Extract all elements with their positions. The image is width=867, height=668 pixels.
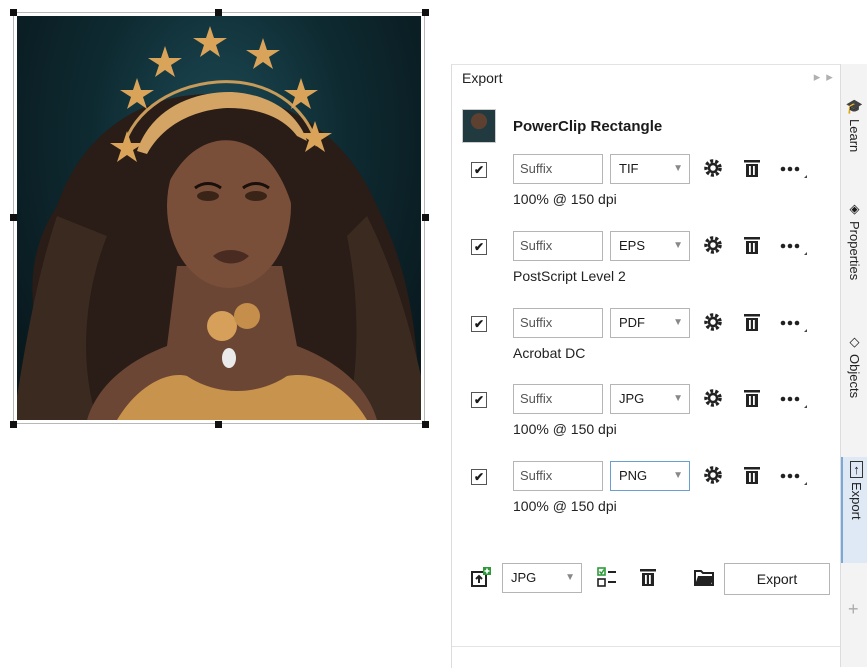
more-options-icon[interactable] xyxy=(778,386,808,412)
object-name: PowerClip Rectangle xyxy=(513,117,663,135)
gear-icon[interactable] xyxy=(702,464,724,486)
chevron-down-icon: ▼ xyxy=(673,317,683,328)
more-options-icon[interactable] xyxy=(778,233,808,259)
chevron-down-icon: ▼ xyxy=(673,240,683,251)
learn-icon: 🎓 xyxy=(845,98,864,114)
format-value: PNG xyxy=(619,468,648,483)
folder-icon[interactable] xyxy=(693,566,715,588)
chevron-down-icon: ▼ xyxy=(673,470,683,481)
export-settings-summary: 100% @ 150 dpi xyxy=(513,498,617,514)
export-row: ✔ Suffix EPS ▼ PostScript Level 2 xyxy=(471,231,841,291)
gear-icon[interactable] xyxy=(702,157,724,179)
batch-format-value: JPG xyxy=(511,570,537,585)
suffix-input[interactable]: Suffix xyxy=(513,154,603,184)
chevron-down-icon: ▼ xyxy=(565,572,575,583)
export-row: ✔ Suffix TIF ▼ 100% @ 150 dpi xyxy=(471,154,841,214)
resize-handle-bottom[interactable] xyxy=(215,421,222,428)
resize-handle-top-left[interactable] xyxy=(10,9,17,16)
suffix-input[interactable]: Suffix xyxy=(513,308,603,338)
format-value: JPG xyxy=(619,391,645,406)
tab-label: Properties xyxy=(847,221,862,281)
format-dropdown[interactable]: PNG ▼ xyxy=(610,461,690,491)
trash-icon[interactable] xyxy=(741,387,763,409)
export-button[interactable]: Export xyxy=(724,563,830,595)
object-header: PowerClip Rectangle xyxy=(462,109,662,143)
gear-icon[interactable] xyxy=(702,311,724,333)
suffix-input[interactable]: Suffix xyxy=(513,461,603,491)
tab-label: Learn xyxy=(847,119,862,153)
export-checkbox[interactable]: ✔ xyxy=(471,316,487,332)
format-value: EPS xyxy=(619,238,646,253)
chevron-down-icon: ▼ xyxy=(673,393,683,404)
resize-handle-right[interactable] xyxy=(422,214,429,221)
tab-export[interactable]: ↑ Export xyxy=(841,457,867,563)
chevron-down-icon: ▼ xyxy=(673,163,683,174)
properties-icon: ◈ xyxy=(849,201,860,216)
more-options-icon[interactable] xyxy=(778,463,808,489)
format-dropdown[interactable]: JPG ▼ xyxy=(610,384,690,414)
trash-icon[interactable] xyxy=(741,157,763,179)
export-checkbox[interactable]: ✔ xyxy=(471,162,487,178)
suffix-input[interactable]: Suffix xyxy=(513,231,603,261)
format-dropdown[interactable]: PDF ▼ xyxy=(610,308,690,338)
resize-handle-top[interactable] xyxy=(215,9,222,16)
docker-title: Export xyxy=(462,70,503,86)
more-options-icon[interactable] xyxy=(778,310,808,336)
tab-label: Objects xyxy=(847,354,862,399)
suffix-input[interactable]: Suffix xyxy=(513,384,603,414)
format-value: TIF xyxy=(619,161,639,176)
resize-handle-top-right[interactable] xyxy=(422,9,429,16)
portrait-illustration xyxy=(17,26,421,420)
tab-learn[interactable]: 🎓 Learn xyxy=(841,98,867,152)
resize-handle-left[interactable] xyxy=(10,214,17,221)
bottom-divider xyxy=(452,646,842,647)
format-dropdown[interactable]: TIF ▼ xyxy=(610,154,690,184)
export-checkbox[interactable]: ✔ xyxy=(471,239,487,255)
objects-icon: ◇ xyxy=(849,334,860,349)
format-dropdown[interactable]: EPS ▼ xyxy=(610,231,690,261)
gear-icon[interactable] xyxy=(702,234,724,256)
add-tab-icon[interactable]: + xyxy=(848,599,859,620)
trash-icon[interactable] xyxy=(741,464,763,486)
docker-tab-strip: 🎓 Learn ◈ Properties ◇ Objects ↑ Export … xyxy=(840,64,867,667)
tab-label: Export xyxy=(849,482,864,520)
export-icon: ↑ xyxy=(850,461,863,478)
export-settings-summary: Acrobat DC xyxy=(513,345,586,361)
trash-icon[interactable] xyxy=(741,234,763,256)
batch-format-dropdown[interactable]: JPG ▼ xyxy=(502,563,582,593)
object-thumbnail xyxy=(462,109,496,143)
export-row: ✔ Suffix PNG ▼ 100% @ 150 dpi xyxy=(471,461,841,521)
export-checkbox[interactable]: ✔ xyxy=(471,469,487,485)
tab-properties[interactable]: ◈ Properties xyxy=(841,201,867,280)
export-settings-summary: 100% @ 150 dpi xyxy=(513,421,617,437)
resize-handle-bottom-right[interactable] xyxy=(422,421,429,428)
trash-icon[interactable] xyxy=(637,566,659,588)
trash-icon[interactable] xyxy=(741,311,763,333)
export-row: ✔ Suffix PDF ▼ Acrobat DC xyxy=(471,308,841,368)
format-value: PDF xyxy=(619,315,645,330)
more-options-icon[interactable] xyxy=(778,156,808,182)
export-row: ✔ Suffix JPG ▼ 100% @ 150 dpi xyxy=(471,384,841,444)
checklist-icon[interactable] xyxy=(596,566,618,588)
tab-objects[interactable]: ◇ Objects xyxy=(841,334,867,398)
export-checkbox[interactable]: ✔ xyxy=(471,392,487,408)
artwork-image[interactable] xyxy=(17,16,421,420)
add-export-icon[interactable] xyxy=(470,566,492,588)
export-settings-summary: PostScript Level 2 xyxy=(513,268,626,284)
gear-icon[interactable] xyxy=(702,387,724,409)
export-settings-summary: 100% @ 150 dpi xyxy=(513,191,617,207)
resize-handle-bottom-left[interactable] xyxy=(10,421,17,428)
